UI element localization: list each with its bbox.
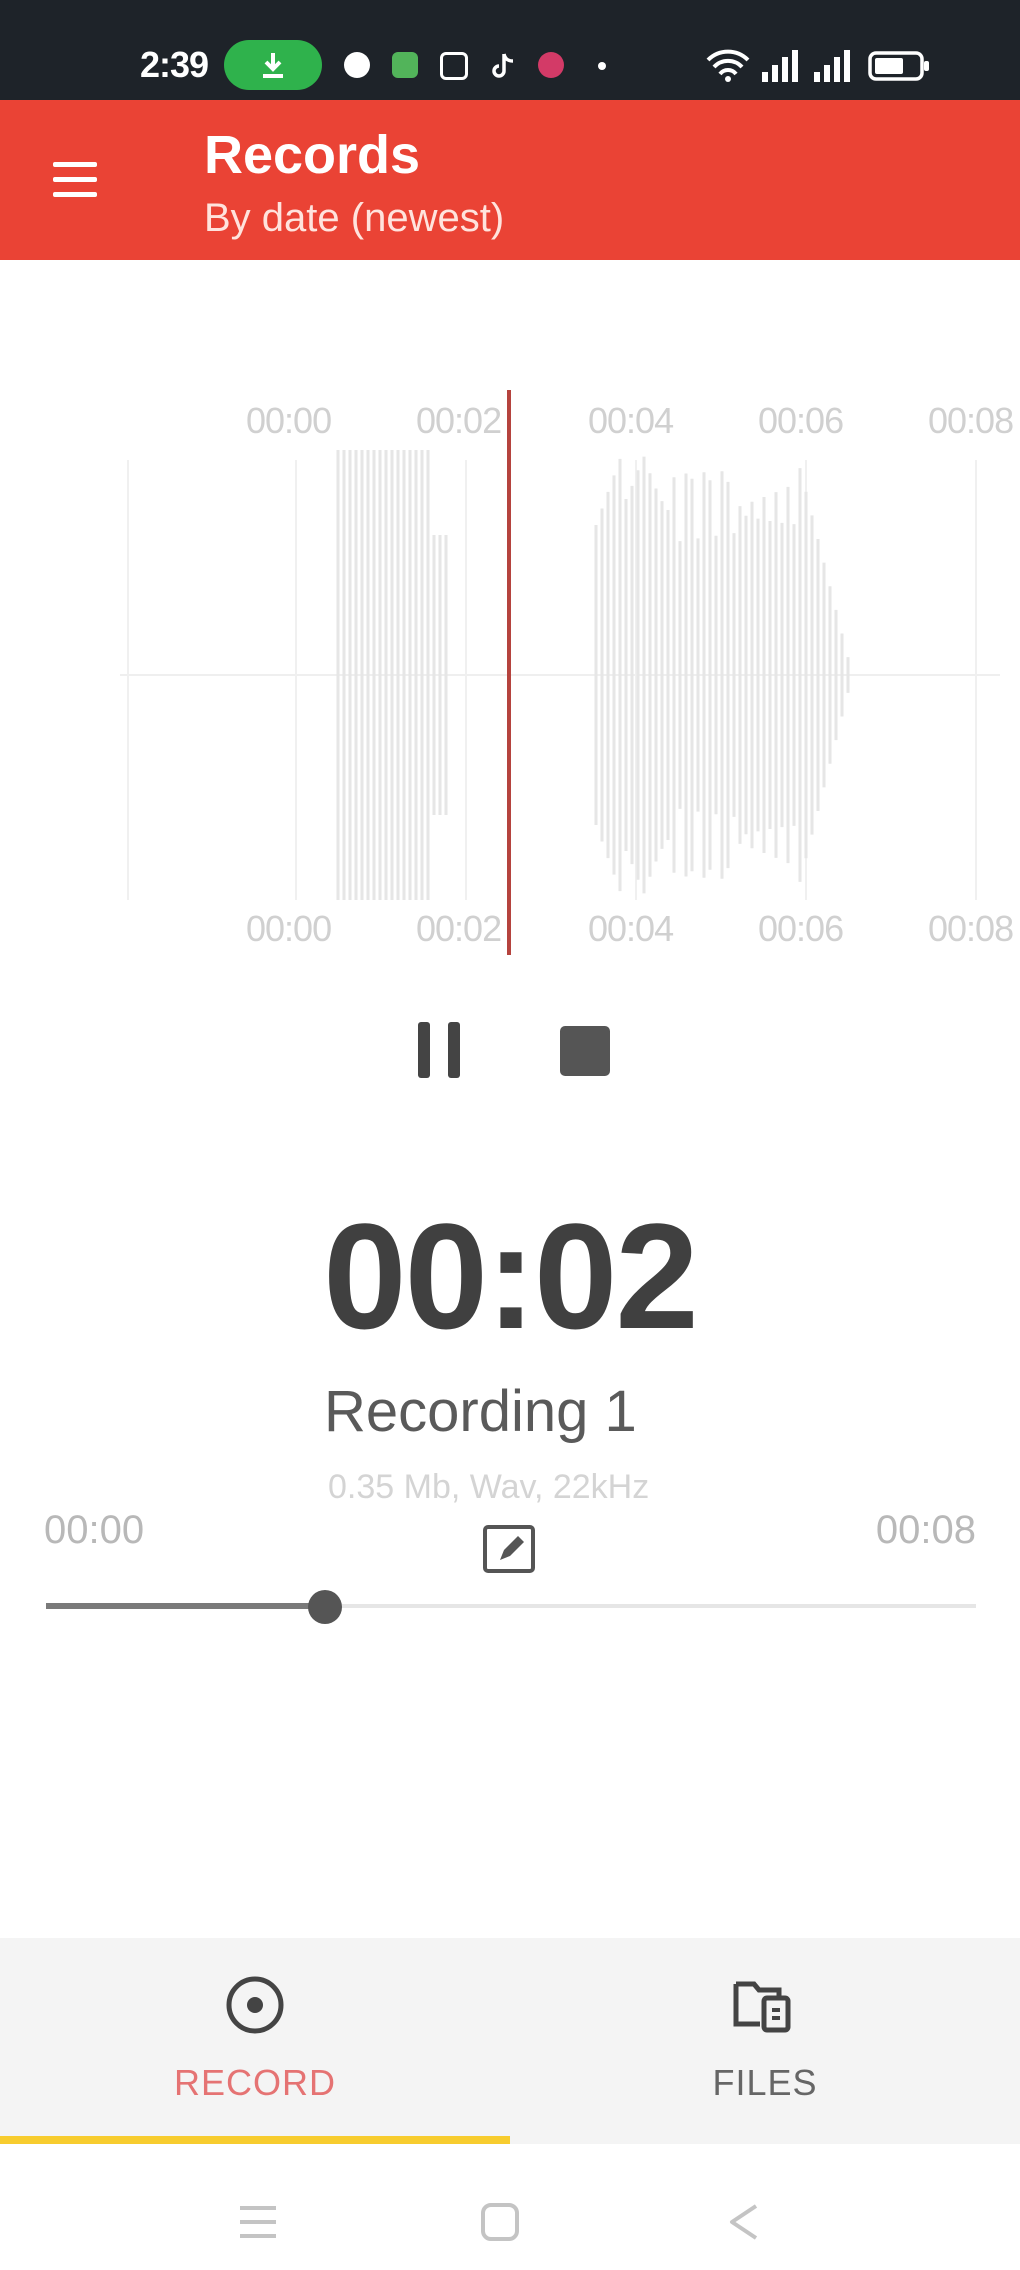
- top-tick: 00:00: [246, 400, 332, 441]
- tab-record-label: RECORD: [173, 2062, 336, 2103]
- page-title: Records: [204, 125, 421, 185]
- tab-files[interactable]: FILES: [510, 1938, 1020, 2144]
- wifi-icon: [706, 49, 750, 82]
- home-icon[interactable]: [480, 2202, 520, 2242]
- recording-name: Recording 1: [324, 1379, 637, 1444]
- signal-icon: [762, 50, 798, 82]
- playhead[interactable]: [507, 390, 511, 955]
- app-bar: Records By date (newest): [0, 100, 1020, 260]
- top-tick: 00:04: [588, 400, 674, 441]
- download-icon: [224, 40, 322, 90]
- files-icon: [733, 1981, 791, 2033]
- pause-button[interactable]: [410, 1020, 470, 1080]
- edit-icon[interactable]: [482, 1524, 536, 1574]
- tab-files-label: FILES: [712, 2062, 818, 2103]
- tab-indicator: [0, 2136, 510, 2144]
- record-icon: [226, 1976, 284, 2034]
- recent-apps-icon[interactable]: [238, 2204, 278, 2240]
- system-nav-bar: [0, 2144, 1020, 2270]
- status-bar: 2:39: [0, 0, 1020, 100]
- recording-info: 0.35 Mb, Wav, 22kHz: [328, 1468, 650, 1506]
- stop-icon: [560, 1026, 610, 1076]
- position-start: 00:00: [44, 1508, 145, 1552]
- seek-thumb[interactable]: [308, 1590, 342, 1624]
- bottom-tick: 00:04: [588, 908, 674, 949]
- battery-icon: [868, 51, 929, 81]
- seek-progress: [46, 1603, 325, 1609]
- menu-icon[interactable]: [40, 150, 110, 210]
- bottom-tick: 00:08: [928, 908, 1014, 949]
- position-end: 00:08: [875, 1508, 976, 1552]
- back-icon[interactable]: [726, 2202, 762, 2242]
- status-time: 2:39: [140, 44, 209, 85]
- tiktok-icon: [490, 52, 516, 78]
- stop-button[interactable]: [556, 1024, 616, 1082]
- app-badge-icon: [538, 52, 564, 78]
- bottom-tick: 00:06: [758, 908, 844, 949]
- tab-record[interactable]: RECORD: [0, 1938, 510, 2144]
- dot-icon: [598, 62, 606, 70]
- top-tick: 00:08: [928, 400, 1014, 441]
- top-tick: 00:06: [758, 400, 844, 441]
- notification-icon: [344, 52, 370, 78]
- gallery-icon: [440, 52, 468, 80]
- sort-subtitle[interactable]: By date (newest): [204, 196, 504, 241]
- top-tick: 00:02: [416, 400, 502, 441]
- app-icon: [392, 52, 418, 78]
- signal-icon: [814, 50, 850, 82]
- bottom-tick: 00:00: [246, 908, 332, 949]
- elapsed-time: 00:02: [323, 1192, 699, 1360]
- waveform-view[interactable]: 00:00 00:02 00:04 00:06 00:08 00:00 00:0…: [0, 380, 1020, 970]
- bottom-tick: 00:02: [416, 908, 502, 949]
- bottom-nav: RECORD FILES: [0, 1938, 1020, 2144]
- pause-icon: [416, 1022, 464, 1078]
